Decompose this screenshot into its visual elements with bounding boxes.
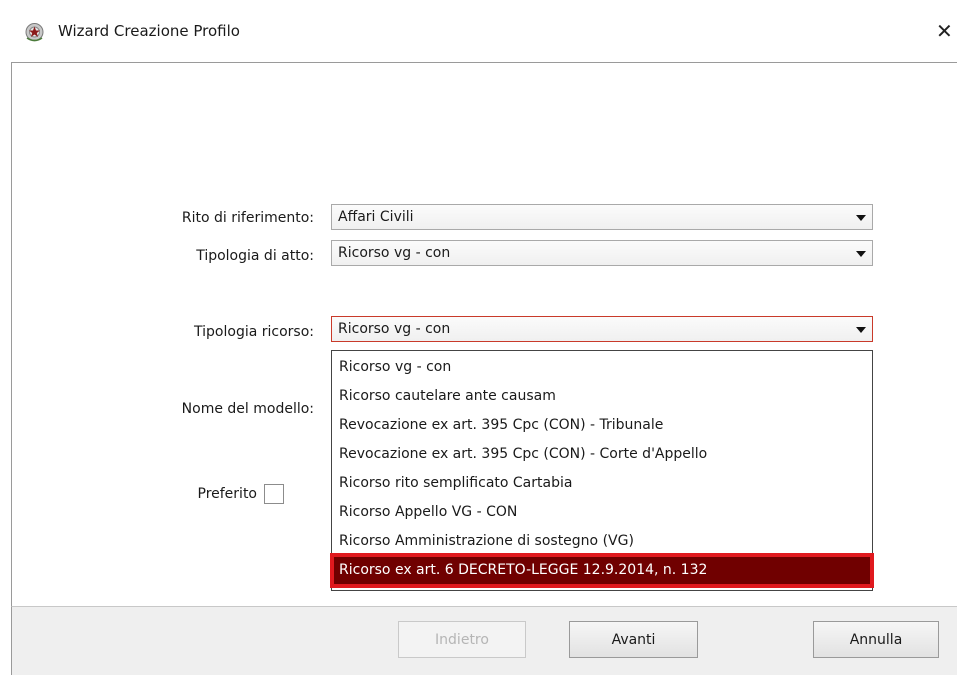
chevron-down-icon [856, 251, 866, 257]
preferito-checkbox[interactable] [264, 484, 284, 504]
dropdown-option[interactable]: Revocazione ex art. 395 Cpc (CON) - Trib… [333, 411, 871, 440]
rito-label: Rito di riferimento: [181, 210, 314, 226]
tipologia-ricorso-label: Tipologia ricorso: [194, 324, 314, 340]
back-button[interactable]: Indietro [398, 621, 526, 658]
next-button[interactable]: Avanti [569, 621, 698, 658]
nome-modello-label: Nome del modello: [181, 401, 314, 417]
tipologia-ricorso-select-value: Ricorso vg - con [338, 321, 451, 337]
chevron-down-icon [856, 327, 866, 333]
dropdown-option[interactable]: Ricorso rito semplificato Cartabia [333, 469, 871, 498]
emblem-icon [25, 23, 44, 42]
dropdown-option[interactable]: Ricorso Amministrazione di sostegno (VG) [333, 527, 871, 556]
cancel-button[interactable]: Annulla [813, 621, 939, 658]
dropdown-option[interactable]: Ricorso vg - con [333, 353, 871, 382]
chevron-down-icon [856, 215, 866, 221]
rito-select-value: Affari Civili [338, 209, 414, 225]
dropdown-option[interactable]: Ricorso cautelare ante causam [333, 382, 871, 411]
close-icon[interactable]: ✕ [936, 18, 957, 44]
dropdown-option[interactable]: Ricorso Appello VG - CON [333, 498, 871, 527]
tipologia-atto-label: Tipologia di atto: [196, 248, 314, 264]
tipologia-ricorso-select[interactable]: Ricorso vg - con [331, 316, 873, 342]
tipologia-atto-select-value: Ricorso vg - con [338, 245, 451, 261]
rito-select[interactable]: Affari Civili [331, 204, 873, 230]
preferito-label: Preferito [197, 486, 258, 502]
tipologia-ricorso-dropdown-list: Ricorso vg - con Ricorso cautelare ante … [330, 350, 874, 591]
dropdown-option[interactable]: Revocazione ex art. 395 Cpc (CON) - Cort… [333, 440, 871, 469]
title-bar: Wizard Creazione Profilo ✕ [0, 0, 957, 62]
dropdown-option-selected[interactable]: Ricorso ex art. 6 DECRETO-LEGGE 12.9.201… [330, 553, 874, 588]
tipologia-atto-select[interactable]: Ricorso vg - con [331, 240, 873, 266]
window-title: Wizard Creazione Profilo [58, 22, 240, 40]
